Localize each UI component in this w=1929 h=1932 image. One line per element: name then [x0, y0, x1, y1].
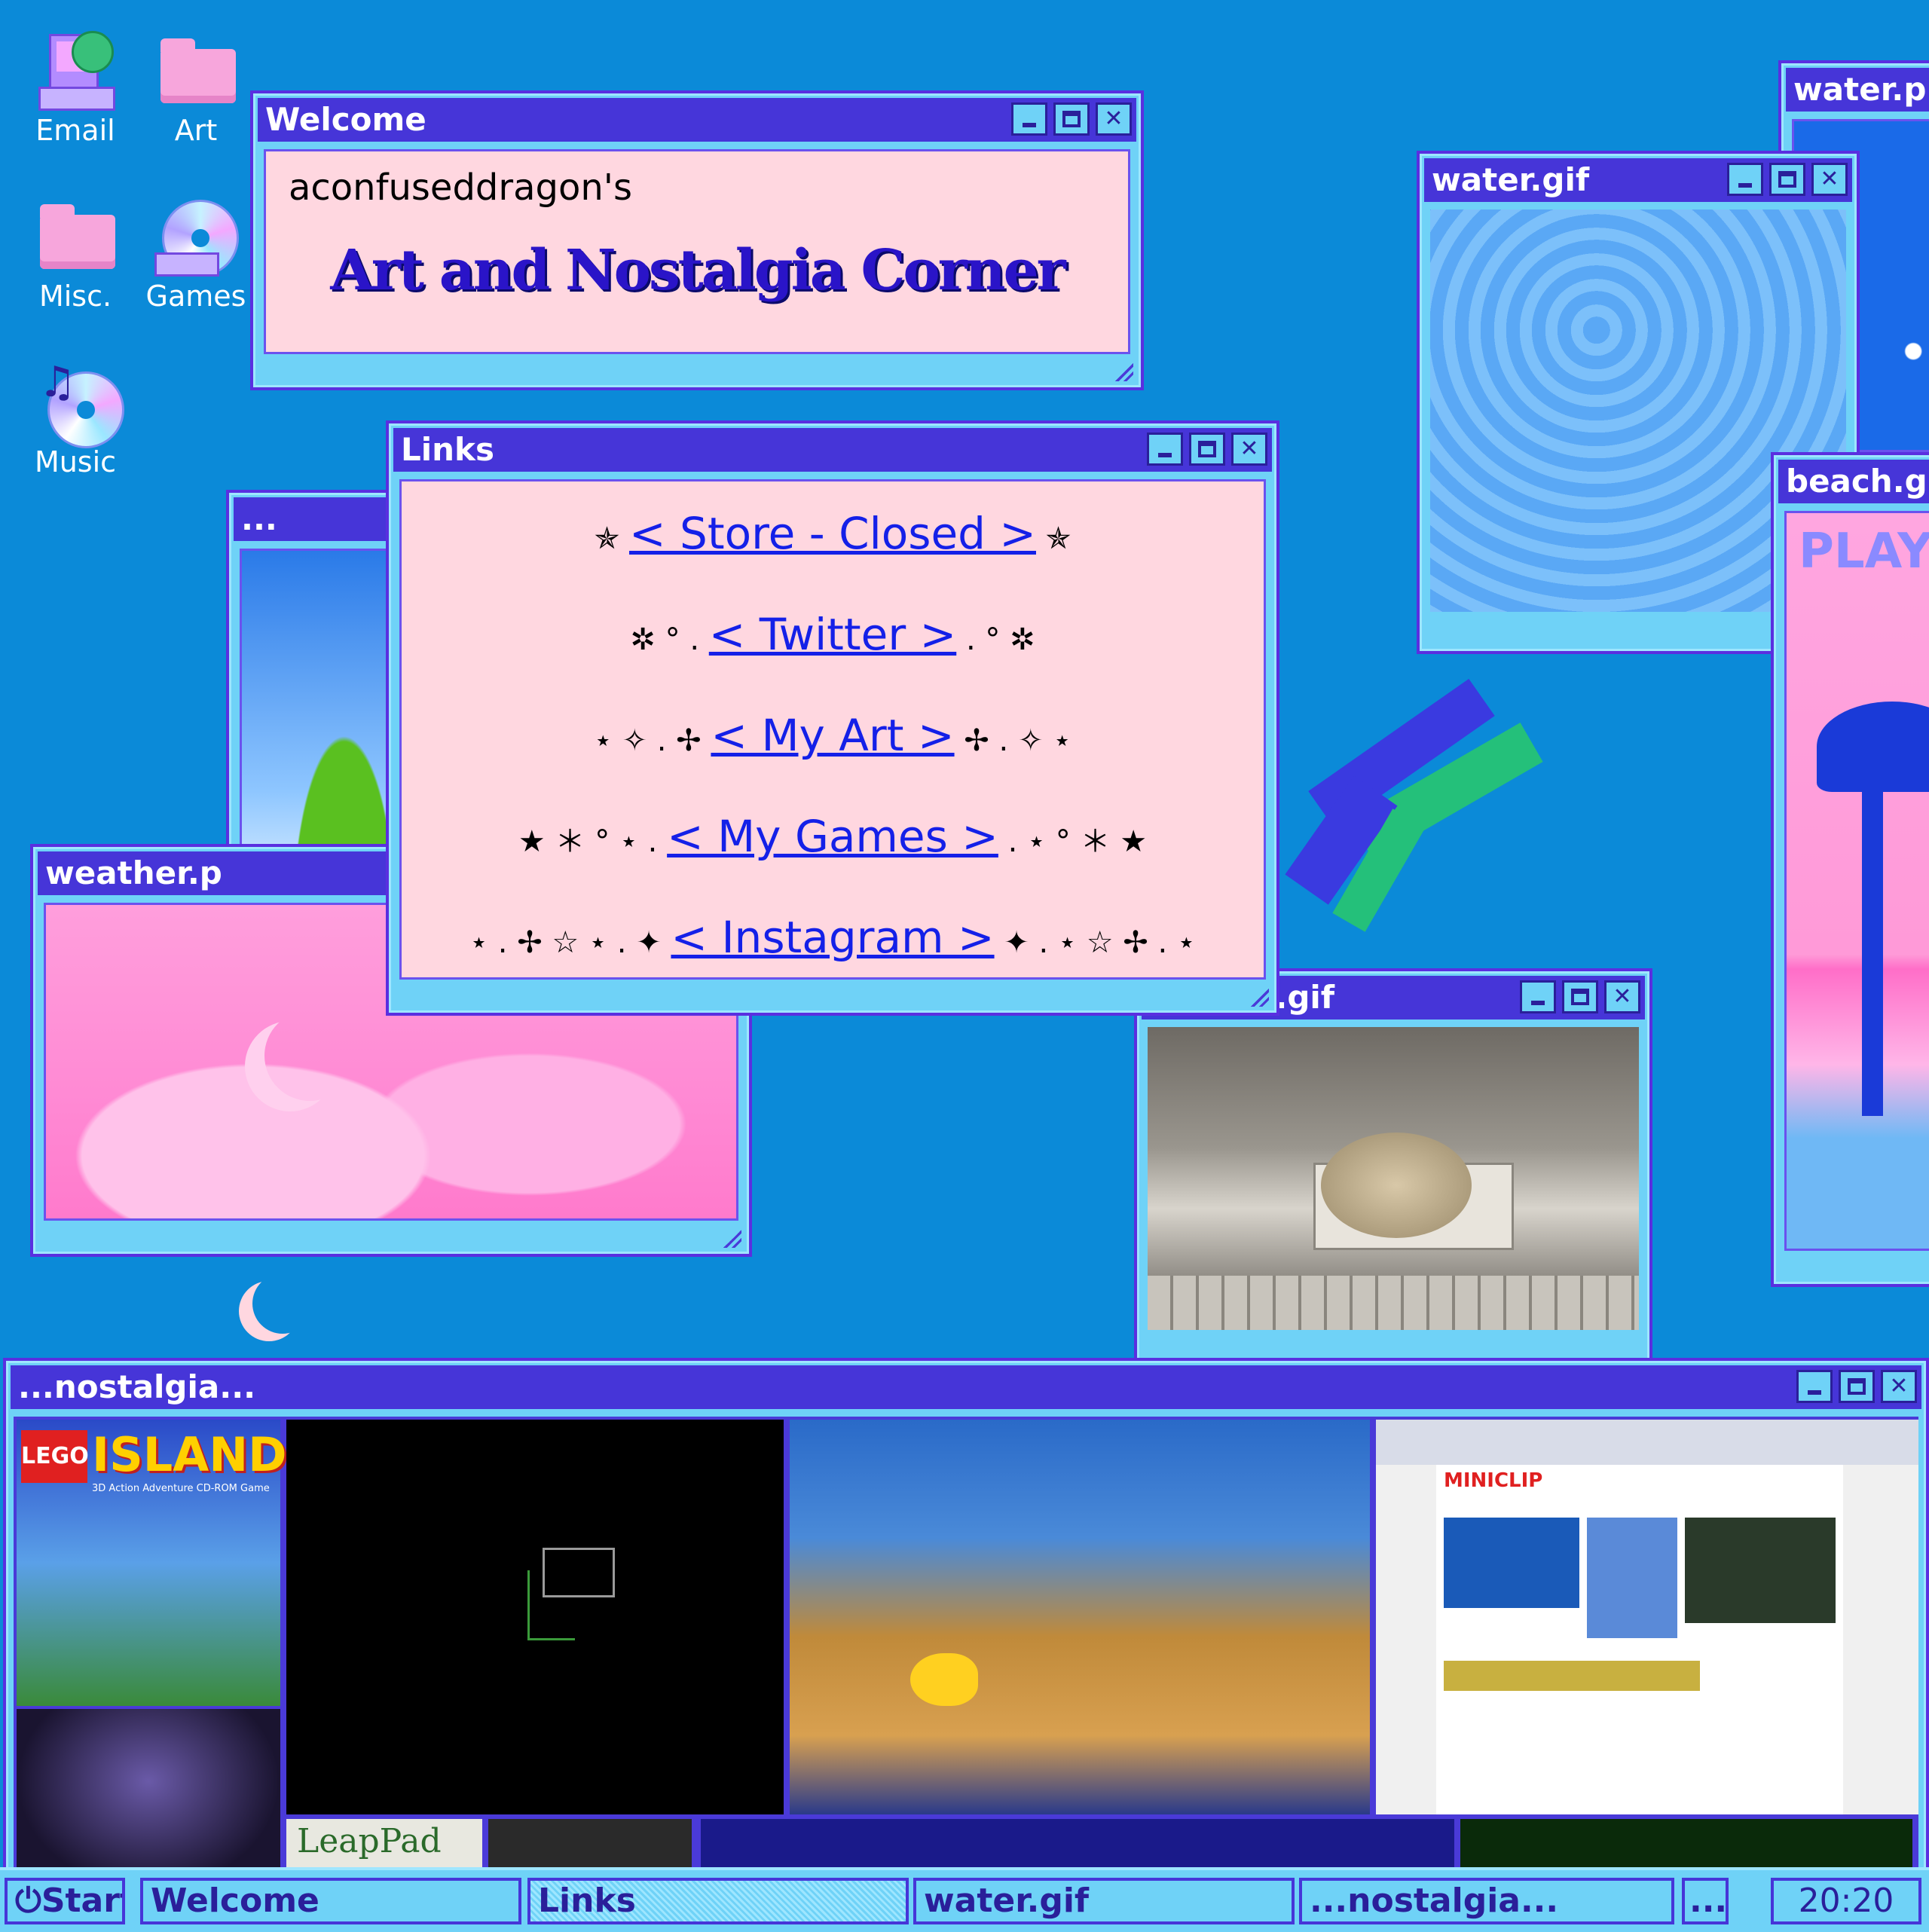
taskbar-item-water-gif[interactable]: water.gif	[913, 1878, 1295, 1924]
taskbar: ⏻Start Welcome Links water.gif ...nostal…	[0, 1867, 1929, 1932]
link-row-my-art: ⋆ ✧ . ✢ < My Art > ✢ . ✧ ⋆	[402, 685, 1264, 786]
desktop-icon-email[interactable]: Email	[15, 26, 136, 147]
nostalgia-collage: LEGO ISLAND 3D Action Adventure CD-ROM G…	[14, 1417, 1918, 1888]
pinball-screenshot	[17, 1709, 280, 1888]
link-decoration: ✦ . ⋆ ☆ ✢ . ⋆	[994, 925, 1196, 960]
resize-grip[interactable]	[1115, 363, 1133, 381]
folder-icon	[154, 26, 237, 109]
window-title[interactable]: Welcome	[258, 98, 1136, 142]
desktop-icon-label: Art	[174, 114, 218, 147]
desktop-icon-label: Games	[145, 280, 246, 313]
taskbar-clock: 20:20	[1771, 1878, 1921, 1924]
link-decoration: . ° ✲	[956, 622, 1035, 657]
window-beach[interactable]: beach.gi PLAY	[1771, 452, 1929, 1287]
minimize-button[interactable]	[1796, 1370, 1833, 1403]
taskbar-item-more[interactable]: ...	[1682, 1878, 1729, 1924]
window-title[interactable]: beach.gi	[1778, 460, 1929, 503]
link-row-my-games: ★ ＊ ° ⋆ . < My Games > . ⋆ ° ＊ ★	[402, 786, 1264, 887]
window-links[interactable]: Links ✯ < Store - Closed > ✯ ✲ ° . < Twi…	[386, 420, 1279, 1016]
maximize-button[interactable]	[1769, 163, 1805, 196]
minimize-button[interactable]	[1727, 163, 1763, 196]
window-computer-gif[interactable]: r-2.gif	[1134, 968, 1652, 1366]
maximize-button[interactable]	[1053, 102, 1090, 136]
desktop-icon-music[interactable]: ♫ Music	[15, 358, 136, 478]
cd-drive-icon	[154, 192, 239, 277]
freddi-fish-screenshot	[790, 1420, 1370, 1814]
desktop-icon-label: Misc.	[38, 280, 112, 313]
desktop-icon-label: Email	[35, 114, 115, 147]
lego-logo: LEGO	[21, 1430, 89, 1483]
resize-grip[interactable]	[1251, 989, 1269, 1007]
window-title[interactable]: water.p	[1786, 68, 1929, 112]
desktop-icon-misc[interactable]: Misc.	[15, 192, 136, 313]
close-button[interactable]	[1881, 1370, 1917, 1403]
folder-icon	[34, 192, 117, 275]
close-button[interactable]	[1096, 102, 1132, 136]
maximize-button[interactable]	[1189, 433, 1225, 466]
start-button[interactable]: ⏻Start	[5, 1878, 125, 1924]
maze-screensaver	[286, 1420, 784, 1814]
minimize-button[interactable]	[1147, 433, 1183, 466]
twitter-link[interactable]: < Twitter >	[709, 609, 956, 660]
miniclip-screenshot: MINICLIP	[1376, 1420, 1918, 1814]
close-button[interactable]	[1231, 433, 1267, 466]
close-button[interactable]	[1604, 980, 1640, 1013]
start-label: Start	[41, 1882, 122, 1920]
taskbar-item-nostalgia[interactable]: ...nostalgia...	[1299, 1878, 1674, 1924]
computer-icon	[34, 26, 117, 111]
site-heading: Art and Nostalgia Corner	[330, 238, 1065, 303]
window-title[interactable]: ...nostalgia...	[11, 1365, 1921, 1409]
beach-play-text: PLAY	[1799, 524, 1929, 579]
welcome-body: aconfuseddragon's Art and Nostalgia Corn…	[264, 149, 1130, 354]
link-decoration: . ⋆ ° ＊ ★	[998, 824, 1148, 859]
minimize-button[interactable]	[1011, 102, 1047, 136]
links-body: ✯ < Store - Closed > ✯ ✲ ° . < Twitter >…	[399, 479, 1266, 980]
window-title[interactable]: Links	[393, 428, 1272, 472]
music-cd-icon: ♫	[34, 358, 124, 448]
instagram-link[interactable]: < Instagram >	[671, 912, 994, 963]
desktop-icon-art[interactable]: Art	[136, 26, 256, 147]
moon-icon	[264, 1010, 355, 1101]
lego-island-title: ISLAND	[92, 1427, 287, 1482]
taskbar-item-welcome[interactable]: Welcome	[140, 1878, 521, 1924]
power-icon: ⏻	[15, 1882, 41, 1920]
lego-island-subtitle: 3D Action Adventure CD-ROM Game	[92, 1483, 270, 1494]
window-nostalgia[interactable]: ...nostalgia... LEGO ISLAND 3D Action Ad…	[3, 1358, 1929, 1891]
link-decoration: ⋆ ✧ . ✢	[593, 723, 711, 758]
link-row-twitter: ✲ ° . < Twitter > . ° ✲	[402, 584, 1264, 685]
taskbar-item-links[interactable]: Links	[527, 1878, 909, 1924]
desktop-icon-games[interactable]: Games	[136, 192, 256, 313]
link-decoration: ✢ . ✧ ⋆	[954, 723, 1072, 758]
minimize-button[interactable]	[1520, 980, 1556, 1013]
window-welcome[interactable]: Welcome aconfuseddragon's Art and Nostal…	[250, 90, 1144, 390]
palm-leaf-decoration	[1273, 678, 1575, 957]
link-decoration: ✯	[1035, 521, 1071, 556]
link-decoration: ✯	[594, 521, 629, 556]
owner-name: aconfuseddragon's	[289, 167, 632, 209]
link-row-instagram: ⋆ . ✢ ☆ ⋆ . ✦ < Instagram > ✦ . ⋆ ☆ ✢ . …	[402, 887, 1264, 977]
beach-image: PLAY	[1784, 511, 1929, 1251]
cd-drive-photo	[1148, 1027, 1639, 1330]
link-decoration: ✲ ° .	[630, 622, 709, 657]
link-decoration: ★ ＊ ° ⋆ .	[518, 824, 668, 859]
moon-decoration	[252, 1273, 313, 1334]
maximize-button[interactable]	[1839, 1370, 1875, 1403]
link-decoration: ⋆ . ✢ ☆ ⋆ . ✦	[469, 925, 671, 960]
lego-island-cover: LEGO ISLAND 3D Action Adventure CD-ROM G…	[17, 1420, 287, 1706]
close-button[interactable]	[1811, 163, 1848, 196]
link-row-store: ✯ < Store - Closed > ✯	[402, 483, 1264, 584]
my-games-link[interactable]: < My Games >	[667, 811, 998, 862]
desktop-icon-label: Music	[34, 445, 117, 478]
miniclip-logo: MINICLIP	[1444, 1469, 1543, 1492]
maximize-button[interactable]	[1562, 980, 1598, 1013]
resize-grip[interactable]	[723, 1230, 741, 1248]
leappad-logo: LeapPad	[297, 1822, 442, 1860]
store-link[interactable]: < Store - Closed >	[629, 508, 1036, 559]
my-art-link[interactable]: < My Art >	[711, 710, 954, 761]
